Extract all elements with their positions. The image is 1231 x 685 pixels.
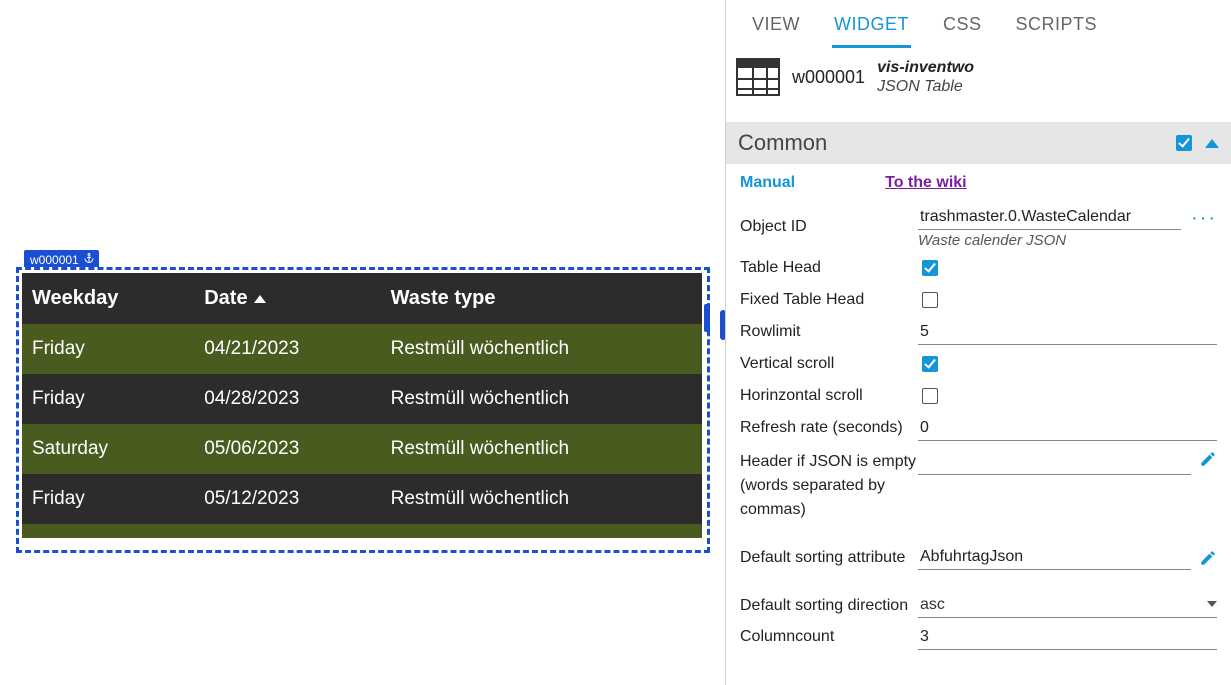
pencil-icon[interactable] — [1199, 549, 1217, 567]
prop-rowlimit: Rowlimit — [740, 316, 1217, 348]
table-cell: 04/21/2023 — [194, 324, 380, 374]
editor-canvas: w000001 WeekdayDateWaste type Friday04/2… — [0, 0, 720, 685]
vertical-scroll-checkbox[interactable] — [922, 356, 938, 372]
table-cell: 05/12/2023 — [194, 474, 380, 524]
prop-header-empty: Header if JSON is empty (words separated… — [740, 444, 1217, 525]
prop-vertical-scroll-label: Vertical scroll — [740, 352, 918, 376]
table-header-cell[interactable]: Weekday — [22, 273, 194, 324]
table-cell: Restmüll wöchentlich — [381, 324, 702, 374]
json-table-stripe — [22, 524, 702, 538]
table-header-cell[interactable]: Waste type — [381, 273, 702, 324]
rowlimit-input[interactable] — [918, 320, 1217, 345]
columncount-input[interactable] — [918, 625, 1217, 650]
prop-table-head-label: Table Head — [740, 256, 918, 280]
json-table-body: Friday04/21/2023Restmüll wöchentlichFrid… — [22, 324, 702, 524]
json-table-widget[interactable]: WeekdayDateWaste type Friday04/21/2023Re… — [16, 267, 710, 553]
manual-row: Manual To the wiki — [726, 164, 1231, 198]
horizontal-scroll-checkbox[interactable] — [922, 388, 938, 404]
section-common-title: Common — [738, 130, 827, 156]
panel-tabs: VIEW WIDGET CSS SCRIPTS — [726, 0, 1231, 48]
table-header-cell[interactable]: Date — [194, 273, 380, 324]
object-id-helper: Waste calender JSON — [918, 232, 1217, 249]
prop-table-head: Table Head — [740, 252, 1217, 284]
widget-resize-handle[interactable] — [704, 304, 710, 332]
object-id-browse-icon[interactable]: ··· — [1191, 213, 1217, 223]
section-common-header[interactable]: Common — [726, 122, 1231, 164]
table-cell: 04/28/2023 — [194, 374, 380, 424]
prop-rowlimit-label: Rowlimit — [740, 320, 918, 344]
widget-selection-id: w000001 — [30, 253, 79, 267]
prop-fixed-table-head-label: Fixed Table Head — [740, 288, 918, 312]
prop-default-sort-dir-label: Default sorting direction — [740, 594, 918, 618]
table-icon — [736, 58, 780, 96]
default-sort-dir-value: asc — [920, 596, 945, 613]
table-head-checkbox[interactable] — [922, 260, 938, 276]
table-row: Friday05/12/2023Restmüll wöchentlich — [22, 474, 702, 524]
default-sort-attr-input[interactable] — [918, 545, 1191, 570]
prop-columncount-label: Columncount — [740, 625, 918, 649]
prop-horizontal-scroll: Horinzontal scroll — [740, 380, 1217, 412]
prop-refresh-rate-label: Refresh rate (seconds) — [740, 416, 918, 440]
wiki-link[interactable]: To the wiki — [885, 174, 966, 192]
table-row: Friday04/28/2023Restmüll wöchentlich — [22, 374, 702, 424]
prop-header-empty-label: Header if JSON is empty (words separated… — [740, 450, 918, 522]
section-common-checkbox[interactable] — [1176, 135, 1192, 151]
table-cell: Friday — [22, 474, 194, 524]
table-row: Saturday05/06/2023Restmüll wöchentlich — [22, 424, 702, 474]
properties-panel: VIEW WIDGET CSS SCRIPTS w000001 vis-inve… — [725, 0, 1231, 685]
prop-columncount: Columncount — [740, 621, 1217, 653]
tab-css[interactable]: CSS — [941, 8, 984, 48]
fixed-table-head-checkbox[interactable] — [922, 292, 938, 308]
sort-asc-icon — [254, 295, 266, 303]
table-cell: Restmüll wöchentlich — [381, 474, 702, 524]
widget-info: w000001 vis-inventwo JSON Table — [726, 48, 1231, 104]
prop-object-id: Object ID ··· Waste calender JSON — [740, 202, 1217, 252]
chevron-up-icon — [1205, 139, 1219, 148]
widget-id: w000001 — [792, 67, 865, 88]
anchor-icon — [83, 252, 95, 267]
tab-widget[interactable]: WIDGET — [832, 8, 911, 48]
prop-default-sort-dir: Default sorting direction asc — [740, 573, 1217, 621]
prop-horizontal-scroll-label: Horinzontal scroll — [740, 384, 918, 408]
prop-object-id-label: Object ID — [740, 205, 918, 239]
prop-default-sort-attr: Default sorting attribute — [740, 525, 1217, 573]
table-cell: 05/06/2023 — [194, 424, 380, 474]
prop-vertical-scroll: Vertical scroll — [740, 348, 1217, 380]
section-common: Common Manual To the wiki Object ID ··· — [726, 122, 1231, 653]
refresh-rate-input[interactable] — [918, 416, 1217, 441]
prop-refresh-rate: Refresh rate (seconds) — [740, 412, 1217, 444]
object-id-input[interactable] — [918, 205, 1181, 230]
table-cell: Friday — [22, 324, 194, 374]
table-row: Friday04/21/2023Restmüll wöchentlich — [22, 324, 702, 374]
widget-type: JSON Table — [877, 77, 974, 96]
tab-scripts[interactable]: SCRIPTS — [1014, 8, 1100, 48]
prop-fixed-table-head: Fixed Table Head — [740, 284, 1217, 316]
table-cell: Saturday — [22, 424, 194, 474]
json-table-head: WeekdayDateWaste type — [22, 273, 702, 324]
default-sort-dir-select[interactable]: asc — [918, 593, 1217, 618]
widget-brand: vis-inventwo — [877, 58, 974, 77]
chevron-down-icon — [1207, 601, 1217, 607]
pencil-icon[interactable] — [1199, 450, 1217, 468]
json-table: WeekdayDateWaste type Friday04/21/2023Re… — [22, 273, 702, 524]
table-cell: Restmüll wöchentlich — [381, 424, 702, 474]
manual-label: Manual — [740, 174, 795, 192]
header-empty-input[interactable] — [918, 450, 1191, 475]
tab-view[interactable]: VIEW — [750, 8, 802, 48]
table-cell: Restmüll wöchentlich — [381, 374, 702, 424]
table-cell: Friday — [22, 374, 194, 424]
prop-default-sort-attr-label: Default sorting attribute — [740, 546, 918, 570]
